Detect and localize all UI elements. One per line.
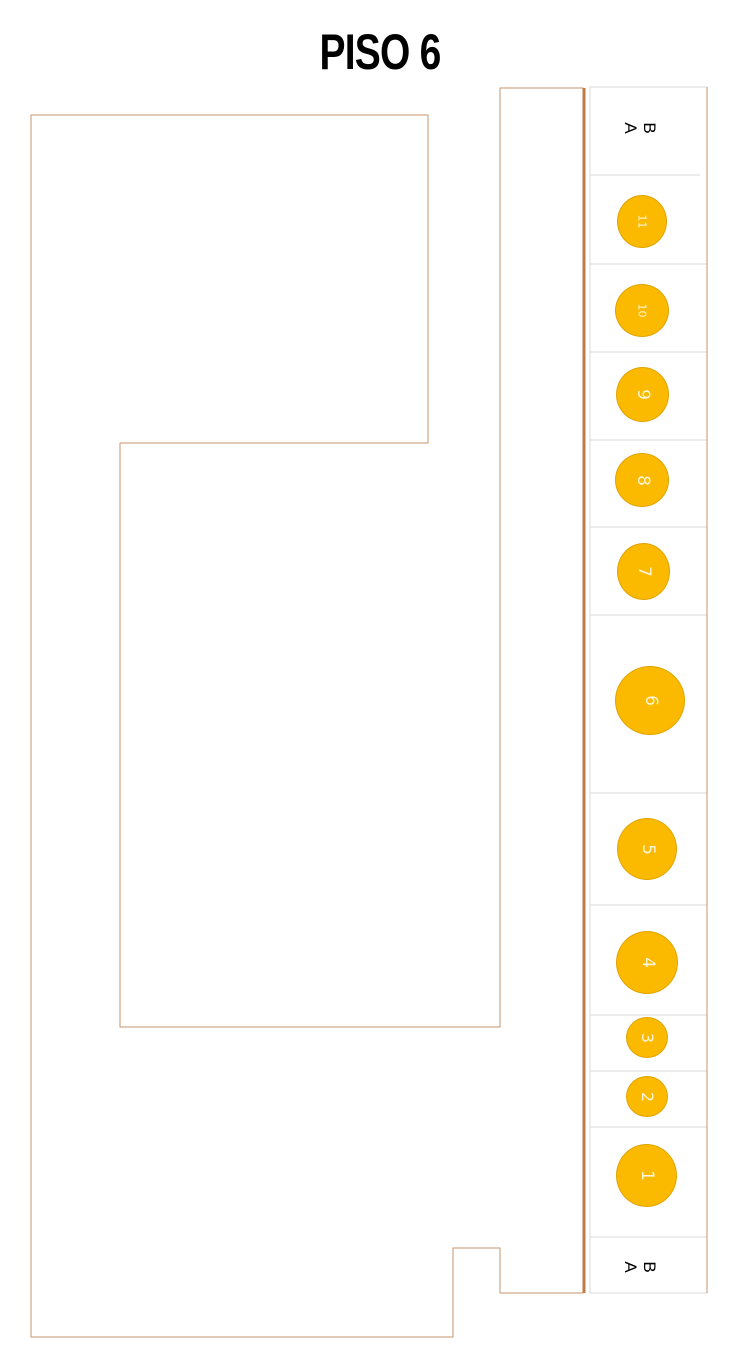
parking-spot-3[interactable]: 3 bbox=[626, 1017, 668, 1058]
end-label-bottom-b-text: B bbox=[640, 1261, 659, 1273]
parking-spot-10[interactable]: 10 bbox=[615, 284, 669, 337]
parking-spot-7[interactable]: 7 bbox=[617, 543, 670, 600]
parking-spot-1[interactable]: 1 bbox=[616, 1144, 677, 1207]
parking-spot-9[interactable]: 9 bbox=[616, 367, 669, 422]
parking-spot-4[interactable]: 4 bbox=[616, 931, 678, 994]
end-label-bottom-group: B A bbox=[620, 1239, 660, 1295]
parking-spot-2[interactable]: 2 bbox=[626, 1076, 668, 1117]
parking-spot-6[interactable]: 6 bbox=[615, 666, 685, 735]
end-label-top-b-text: B bbox=[640, 122, 659, 134]
parking-spot-5[interactable]: 5 bbox=[617, 818, 677, 880]
end-label-bottom-a-text: A bbox=[621, 1261, 640, 1273]
end-label-top-a-text: A bbox=[621, 122, 640, 134]
parking-spot-11[interactable]: 11 bbox=[617, 195, 667, 248]
end-label-top-group: B A bbox=[620, 100, 660, 156]
parking-spot-8[interactable]: 8 bbox=[615, 453, 669, 507]
